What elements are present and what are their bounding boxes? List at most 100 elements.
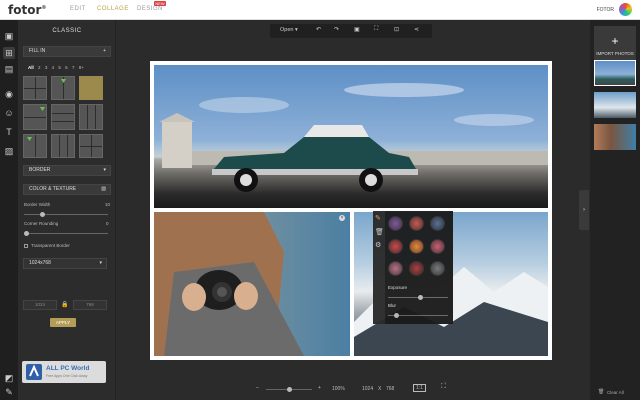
clear-all-button[interactable]: Clear All: [607, 390, 624, 395]
collage-icon[interactable]: ⊞: [3, 47, 15, 59]
effect-swatch[interactable]: [409, 239, 424, 254]
chevron-down-icon: ▾: [99, 260, 102, 266]
height-input[interactable]: 768: [73, 300, 107, 310]
fullscreen-icon[interactable]: ⛶: [441, 383, 446, 391]
filter-2[interactable]: 2: [38, 65, 41, 70]
photo-vintage-car[interactable]: [154, 65, 548, 208]
fill-in-add-button[interactable]: +: [103, 47, 106, 56]
template-thumb[interactable]: [51, 76, 75, 100]
import-plus-icon: +: [611, 34, 619, 48]
lock-icon[interactable]: 🔒: [61, 301, 68, 308]
image-icon[interactable]: ▣: [354, 26, 360, 33]
template-thumb[interactable]: [79, 134, 103, 158]
photo-icon[interactable]: ▤: [3, 63, 15, 75]
edit-icon[interactable]: ✎: [3, 386, 15, 398]
template-thumb[interactable]: [51, 134, 75, 158]
blur-slider[interactable]: [388, 313, 448, 318]
effect-swatch[interactable]: [409, 261, 424, 276]
fotor-logo[interactable]: fotor®: [8, 3, 46, 17]
redo-icon[interactable]: ↷: [334, 26, 339, 33]
circle-icon[interactable]: ◉: [3, 88, 15, 100]
filter-5[interactable]: 5: [58, 65, 61, 70]
exposure-slider[interactable]: [388, 295, 448, 300]
filter-all[interactable]: All: [28, 65, 34, 70]
open-button[interactable]: Open ▾: [280, 27, 298, 33]
zoom-in-button[interactable]: +: [318, 385, 321, 391]
zoom-out-button[interactable]: –: [256, 385, 259, 391]
width-input[interactable]: 1024: [23, 300, 57, 310]
transparent-border-checkbox[interactable]: [24, 244, 28, 248]
user-name[interactable]: FOTOR: [597, 7, 614, 13]
effect-swatch[interactable]: [409, 216, 424, 231]
photo-thumb-car[interactable]: [594, 60, 636, 86]
border-label: BORDER: [29, 167, 51, 173]
undo-icon[interactable]: ↶: [316, 26, 321, 33]
nav-collage[interactable]: COLLAGE: [97, 6, 129, 12]
trash-icon[interactable]: 🗑: [598, 389, 604, 395]
crop-icon[interactable]: ⛶: [374, 26, 378, 33]
filter-6[interactable]: 6: [65, 65, 68, 70]
border-bar[interactable]: BORDER ▾: [23, 165, 111, 176]
collapse-panel-handle[interactable]: ›: [579, 190, 589, 230]
zoom-knob[interactable]: [286, 387, 292, 392]
exposure-knob[interactable]: [418, 295, 424, 300]
border-width-value: 10: [105, 202, 111, 207]
layout-icon[interactable]: ▣: [3, 30, 15, 42]
filter-8plus[interactable]: 8+: [79, 65, 84, 70]
size-select[interactable]: 1024x768 ▾: [23, 258, 107, 269]
watermark-logo-icon: [26, 364, 42, 380]
photos-panel: + IMPORT PHOTOS 🗑 Clear All: [590, 20, 640, 400]
fill-in-label: FILL IN: [29, 48, 46, 54]
text-icon[interactable]: T: [3, 126, 15, 138]
template-thumb[interactable]: [79, 104, 103, 130]
top-bar: fotor® EDIT COLLAGE DESIGN NEW FOTOR: [0, 0, 640, 20]
watermark-title: ALL PC World: [46, 365, 90, 372]
photo-thumb-woman[interactable]: [594, 124, 636, 150]
border-width-knob[interactable]: [39, 212, 45, 217]
corner-rounding-knob[interactable]: [24, 231, 29, 236]
border-toggle-icon[interactable]: ▾: [103, 166, 106, 175]
filter-4[interactable]: 4: [52, 65, 55, 70]
photo-woman-camera[interactable]: [154, 212, 350, 356]
effect-swatch[interactable]: [430, 261, 445, 276]
actual-size-button[interactable]: 1:1: [413, 384, 426, 392]
size-select-value: 1024x768: [29, 260, 51, 266]
trash-icon[interactable]: 🗑: [375, 228, 384, 236]
template-thumb[interactable]: [51, 104, 75, 130]
pattern-icon[interactable]: ▨: [3, 145, 15, 157]
avatar[interactable]: [619, 3, 632, 16]
effect-swatch[interactable]: [430, 216, 445, 231]
effect-swatch[interactable]: [430, 239, 445, 254]
share-icon[interactable]: ⋖: [414, 26, 419, 33]
settings-icon[interactable]: ⚙: [375, 241, 381, 249]
effect-swatch[interactable]: [388, 216, 403, 231]
close-icon[interactable]: ×: [339, 215, 345, 221]
sticker-icon[interactable]: ☺: [3, 107, 15, 119]
fill-in-bar[interactable]: FILL IN +: [23, 46, 111, 57]
template-thumb[interactable]: [23, 134, 47, 158]
zoom-slider[interactable]: [266, 387, 312, 392]
background-icon[interactable]: ◩: [3, 372, 15, 384]
brush-icon[interactable]: ✎: [375, 214, 381, 222]
filter-3[interactable]: 3: [45, 65, 48, 70]
template-thumb-selected[interactable]: [79, 76, 103, 100]
effect-swatch[interactable]: [388, 239, 403, 254]
filter-7[interactable]: 7: [72, 65, 75, 70]
effect-swatch[interactable]: [388, 261, 403, 276]
effects-sidebar: ✎ 🗑 ⚙: [373, 211, 385, 324]
color-texture-bar[interactable]: COLOR & TEXTURE ▨: [23, 184, 111, 195]
collage-canvas: [150, 61, 552, 360]
corner-rounding-slider[interactable]: [24, 231, 108, 236]
corner-rounding-value: 0: [106, 221, 109, 226]
nav-edit[interactable]: EDIT: [70, 6, 86, 12]
blur-label: Blur: [388, 303, 397, 308]
texture-icon[interactable]: ▨: [101, 185, 106, 194]
nav-design[interactable]: DESIGN: [137, 6, 163, 12]
template-thumb[interactable]: [23, 104, 47, 130]
save-icon[interactable]: ⊡: [394, 26, 399, 33]
photo-thumb-mountains[interactable]: [594, 92, 636, 118]
border-width-slider[interactable]: [24, 212, 108, 217]
apply-button[interactable]: APPLY: [50, 318, 76, 327]
template-thumb[interactable]: [23, 76, 47, 100]
blur-knob[interactable]: [393, 313, 399, 318]
